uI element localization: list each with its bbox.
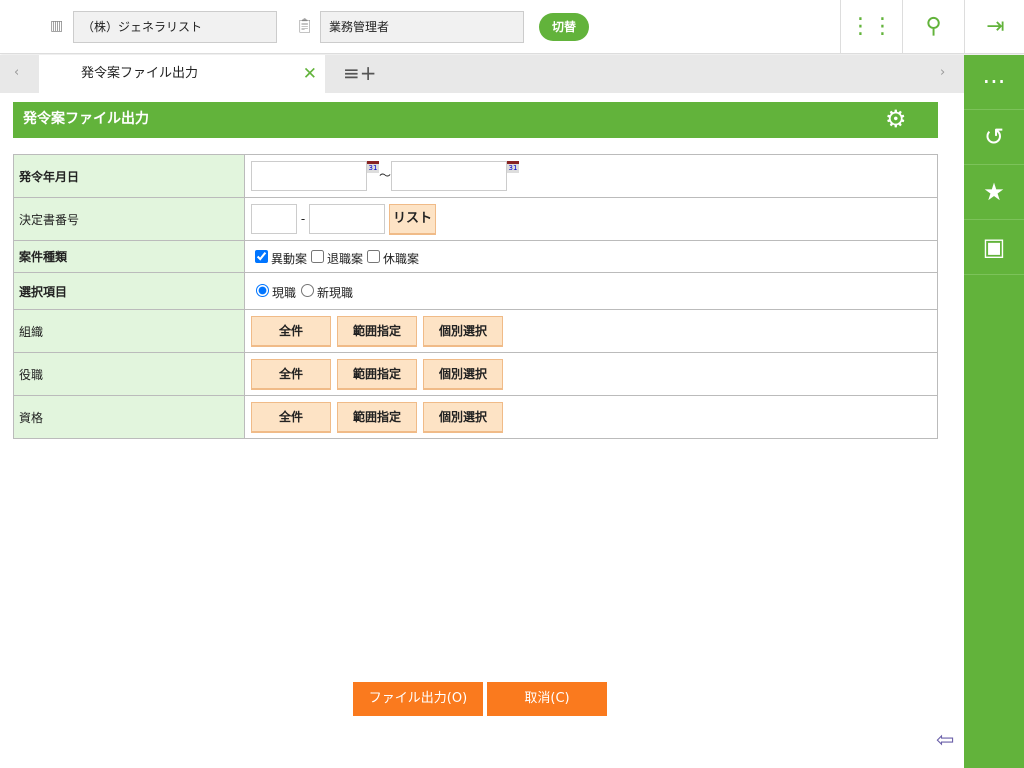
checkbox-label: 退職案 — [327, 251, 364, 266]
more-icon[interactable]: ··· — [964, 55, 1024, 110]
apps-grid-icon[interactable]: ⋮⋮ — [840, 0, 902, 54]
search-icon[interactable]: ⚲ — [902, 0, 964, 54]
switch-button[interactable]: 切替 — [539, 13, 589, 41]
individual-button[interactable]: 個別選択 — [423, 401, 503, 433]
checkbox-transfer[interactable] — [255, 249, 268, 263]
all-button[interactable]: 全件 — [251, 315, 331, 347]
inbox-icon[interactable]: ▣ — [964, 220, 1024, 275]
range-button[interactable]: 範囲指定 — [337, 401, 417, 433]
radio-label: 現職 — [272, 286, 297, 300]
clipboard-icon: 📋︎ — [296, 18, 314, 34]
tilde: ～ — [379, 168, 392, 183]
docno-input[interactable] — [309, 204, 385, 234]
role-field[interactable]: 業務管理者 — [320, 11, 524, 43]
date-to-input[interactable] — [391, 161, 508, 191]
checkbox-label: 異動案 — [271, 251, 308, 266]
right-sidebar: ··· ↺ ★ ▣ — [964, 55, 1024, 768]
date-label: 発令年月日 — [13, 154, 245, 198]
type-label: 案件種類 — [13, 240, 245, 273]
page-title-bar: 発令案ファイル出力 ⚙ — [13, 102, 938, 138]
individual-button[interactable]: 個別選択 — [423, 315, 503, 347]
radio-current[interactable] — [256, 284, 269, 297]
export-button[interactable]: ファイル出力(O) — [353, 682, 483, 716]
tab-label: 発令案ファイル出力 — [81, 66, 199, 81]
cancel-button[interactable]: 取消(C) — [487, 682, 607, 716]
radio-label: 新現職 — [317, 286, 354, 300]
history-icon[interactable]: ↺ — [964, 110, 1024, 165]
org-label: 組織 — [13, 309, 245, 353]
page-title: 発令案ファイル出力 — [23, 111, 149, 127]
form-table: 発令年月日 31～31 決定書番号 - リスト 案件種類 異動案 退職案 休職案 選… — [13, 154, 938, 439]
tab-prev-icon[interactable]: ‹ — [14, 65, 19, 80]
checkbox-retire[interactable] — [311, 249, 325, 263]
calendar-icon[interactable]: 31 — [507, 161, 520, 173]
collapse-arrow-icon[interactable]: ⇦ — [936, 728, 954, 753]
close-icon[interactable]: ✕ — [303, 55, 317, 93]
position-label: 役職 — [13, 352, 245, 396]
list-button[interactable]: リスト — [389, 203, 436, 235]
calendar-icon[interactable]: 31 — [367, 161, 379, 173]
star-icon[interactable]: ★ — [964, 165, 1024, 220]
tab-next-icon[interactable]: › — [940, 65, 945, 80]
company-field[interactable]: （株）ジェネラリスト — [73, 11, 277, 43]
range-button[interactable]: 範囲指定 — [337, 315, 417, 347]
checkbox-leave[interactable] — [367, 249, 381, 263]
radio-new[interactable] — [301, 284, 315, 297]
all-button[interactable]: 全件 — [251, 358, 331, 390]
tab-active[interactable]: 発令案ファイル出力 ✕ — [39, 55, 325, 93]
tab-bar: ‹ 発令案ファイル出力 ✕ ≡+ › — [0, 55, 964, 93]
dash: - — [300, 211, 306, 226]
gear-icon[interactable]: ⚙ — [885, 102, 907, 136]
date-from-input[interactable] — [251, 161, 367, 191]
checkbox-label: 休職案 — [383, 251, 420, 266]
add-tab-icon[interactable]: ≡+ — [343, 61, 377, 85]
all-button[interactable]: 全件 — [251, 401, 331, 433]
select-label: 選択項目 — [13, 272, 245, 310]
range-button[interactable]: 範囲指定 — [337, 358, 417, 390]
building-icon: ▥ — [50, 18, 64, 34]
top-bar: ▥ （株）ジェネラリスト 📋︎ 業務管理者 切替 ⋮⋮ ⚲ ⇥ — [0, 0, 1024, 54]
docno-prefix-input[interactable] — [251, 204, 297, 234]
qualification-label: 資格 — [13, 395, 245, 439]
docno-label: 決定書番号 — [13, 197, 245, 241]
logout-icon[interactable]: ⇥ — [964, 0, 1024, 54]
individual-button[interactable]: 個別選択 — [423, 358, 503, 390]
